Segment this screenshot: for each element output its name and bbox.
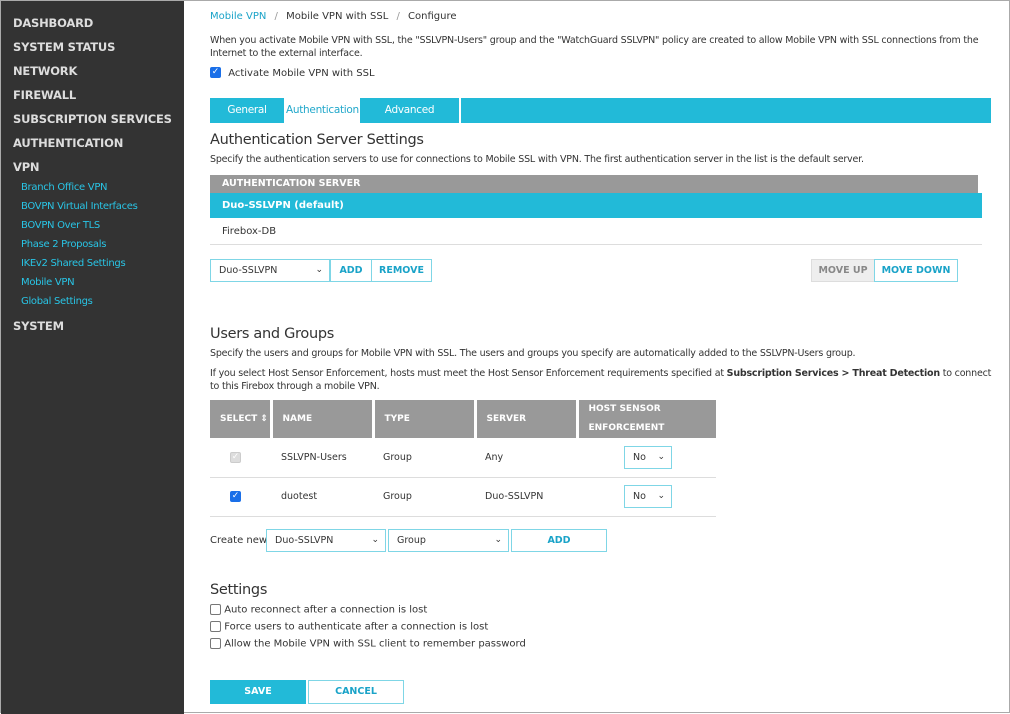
breadcrumb-sep: / xyxy=(396,11,400,22)
tab-authentication[interactable]: Authentication xyxy=(286,98,360,123)
col-select-label: SELECT xyxy=(220,414,258,424)
nav-dashboard[interactable]: DASHBOARD xyxy=(13,16,93,30)
chevron-down-icon: ⌄ xyxy=(657,451,665,462)
create-server-value: Duo-SSLVPN xyxy=(275,535,334,546)
users-groups-table: SELECT ⇕ NAME TYPE SERVER HOST SENSOR EN… xyxy=(210,400,716,517)
auth-server-select-value: Duo-SSLVPN xyxy=(219,265,278,276)
nav-bovpn-virtual-interfaces[interactable]: BOVPN Virtual Interfaces xyxy=(21,201,138,212)
auth-server-header: AUTHENTICATION SERVER xyxy=(210,175,978,193)
create-new-label: Create new: xyxy=(210,535,270,546)
save-button[interactable]: SAVE xyxy=(210,680,306,704)
nav-bovpn-over-tls[interactable]: BOVPN Over TLS xyxy=(21,220,100,231)
row-type: Group xyxy=(373,477,475,517)
checkbox-checked-icon[interactable]: ✓ xyxy=(210,67,221,78)
row-type: Group xyxy=(373,438,475,478)
table-row: ✓ SSLVPN-Users Group Any No ⌄ xyxy=(210,438,716,478)
move-down-button[interactable]: MOVE DOWN xyxy=(874,259,958,282)
nav-system[interactable]: SYSTEM xyxy=(13,319,64,333)
auth-server-select[interactable]: Duo-SSLVPN ⌄ xyxy=(210,259,330,282)
table-row: ✓ duotest Group Duo-SSLVPN No ⌄ xyxy=(210,477,716,517)
row-server: Any xyxy=(475,438,577,478)
tab-general[interactable]: General xyxy=(210,98,286,123)
force-reauth-checkbox[interactable]: Force users to authenticate after a conn… xyxy=(210,621,488,633)
users-section-desc: Specify the users and groups for Mobile … xyxy=(210,348,856,359)
col-host-sensor: HOST SENSOR ENFORCEMENT xyxy=(577,400,716,438)
checkbox-unchecked-icon[interactable] xyxy=(210,621,221,632)
col-server: SERVER xyxy=(475,400,579,438)
create-server-select[interactable]: Duo-SSLVPN ⌄ xyxy=(266,529,386,552)
col-select[interactable]: SELECT ⇕ xyxy=(210,400,273,438)
add-user-group-button[interactable]: ADD xyxy=(511,529,607,552)
row-name: duotest xyxy=(271,477,373,517)
nav-firewall[interactable]: FIREWALL xyxy=(13,88,76,102)
checkbox-checked-icon[interactable]: ✓ xyxy=(230,491,241,502)
host-sensor-value: No xyxy=(633,491,646,502)
users-section-title: Users and Groups xyxy=(210,326,335,342)
activate-label: Activate Mobile VPN with SSL xyxy=(228,67,375,79)
host-sensor-select[interactable]: No ⌄ xyxy=(624,485,672,508)
setting-label: Force users to authenticate after a conn… xyxy=(224,621,489,633)
chevron-down-icon: ⌄ xyxy=(371,535,379,545)
add-server-button[interactable]: ADD xyxy=(330,259,372,282)
chevron-down-icon: ⌄ xyxy=(657,491,665,501)
breadcrumb-sep: / xyxy=(274,11,278,22)
breadcrumb-mobile-vpn[interactable]: Mobile VPN xyxy=(210,11,266,22)
nav-subscription-services[interactable]: SUBSCRIPTION SERVICES xyxy=(13,112,172,126)
tab-advanced[interactable]: Advanced xyxy=(360,98,461,123)
sort-icon[interactable]: ⇕ xyxy=(260,414,268,424)
auto-reconnect-checkbox[interactable]: Auto reconnect after a connection is los… xyxy=(210,604,427,616)
host-sensor-value: No xyxy=(633,451,646,463)
move-up-button[interactable]: MOVE UP xyxy=(811,259,875,282)
col-name: NAME xyxy=(271,400,375,438)
sidebar: DASHBOARD SYSTEM STATUS NETWORK FIREWALL… xyxy=(1,1,184,714)
breadcrumb: Mobile VPN / Mobile VPN with SSL / Confi… xyxy=(210,11,457,22)
chevron-down-icon: ⌄ xyxy=(315,265,323,275)
create-type-select[interactable]: Group ⌄ xyxy=(388,529,509,552)
note-path: Subscription Services > Threat Detection xyxy=(726,368,940,379)
col-type: TYPE xyxy=(373,400,477,438)
nav-network[interactable]: NETWORK xyxy=(13,64,77,78)
checkbox-disabled-icon: ✓ xyxy=(230,451,241,463)
breadcrumb-mobile-vpn-ssl[interactable]: Mobile VPN with SSL xyxy=(286,11,388,22)
host-sensor-select[interactable]: No ⌄ xyxy=(624,445,672,469)
nav-phase2-proposals[interactable]: Phase 2 Proposals xyxy=(21,239,106,250)
setting-label: Allow the Mobile VPN with SSL client to … xyxy=(224,638,526,650)
nav-global-settings[interactable]: Global Settings xyxy=(21,296,93,307)
row-server: Duo-SSLVPN xyxy=(475,477,577,517)
row-name: SSLVPN-Users xyxy=(271,438,373,478)
intro-text: When you activate Mobile VPN with SSL, t… xyxy=(210,35,979,59)
breadcrumb-configure: Configure xyxy=(408,11,457,22)
chevron-down-icon: ⌄ xyxy=(494,535,502,545)
tab-bar: General Authentication Advanced xyxy=(210,98,991,123)
setting-label: Auto reconnect after a connection is los… xyxy=(224,604,428,616)
nav-mobile-vpn[interactable]: Mobile VPN xyxy=(21,277,75,288)
settings-section-title: Settings xyxy=(210,582,268,598)
remember-password-checkbox[interactable]: Allow the Mobile VPN with SSL client to … xyxy=(210,638,526,650)
checkbox-unchecked-icon[interactable] xyxy=(210,604,221,615)
create-type-value: Group xyxy=(397,535,426,546)
nav-authentication[interactable]: AUTHENTICATION xyxy=(13,136,123,150)
auth-section-title: Authentication Server Settings xyxy=(210,132,424,148)
activate-checkbox[interactable]: ✓ Activate Mobile VPN with SSL xyxy=(210,67,375,79)
note-text: If you select Host Sensor Enforcement, h… xyxy=(210,368,727,379)
remove-server-button[interactable]: REMOVE xyxy=(371,259,432,282)
nav-vpn[interactable]: VPN xyxy=(13,160,40,174)
auth-server-row[interactable]: Firebox-DB xyxy=(210,218,982,245)
nav-ikev2-shared-settings[interactable]: IKEv2 Shared Settings xyxy=(21,258,126,269)
auth-server-row-selected[interactable]: Duo-SSLVPN (default) xyxy=(210,193,982,218)
nav-system-status[interactable]: SYSTEM STATUS xyxy=(13,40,115,54)
host-sensor-note: If you select Host Sensor Enforcement, h… xyxy=(210,367,995,393)
nav-branch-office-vpn[interactable]: Branch Office VPN xyxy=(21,182,108,193)
auth-section-desc: Specify the authentication servers to us… xyxy=(210,154,864,165)
checkbox-unchecked-icon[interactable] xyxy=(210,638,221,649)
cancel-button[interactable]: CANCEL xyxy=(308,680,404,704)
